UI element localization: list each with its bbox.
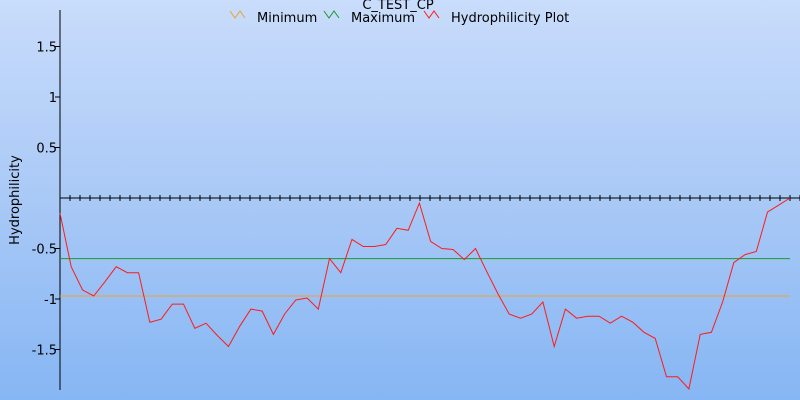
legend-label-hydrophilicity-plot: Hydrophilicity Plot — [451, 11, 569, 26]
chart-canvas: C_TEST_CP Minimum Maximum Hydrophilicity P… — [8, 0, 800, 390]
legend: Minimum Maximum Hydrophilicity Plot — [229, 10, 569, 26]
legend-swatch-minimum — [229, 10, 246, 19]
legend-label-maximum: Maximum — [351, 11, 415, 26]
y-tick-label: 0.5 — [36, 142, 57, 157]
y-tick-label: -1 — [44, 293, 57, 308]
axes: 1.5 1 0.5 -0.5 -1 -1.5 — [32, 10, 800, 390]
legend-label-minimum: Minimum — [257, 11, 317, 26]
y-tick-label: 1 — [49, 91, 57, 106]
y-tick-label: -1.5 — [32, 344, 57, 359]
y-tick-label: -0.5 — [32, 243, 57, 258]
series-layer — [59, 197, 791, 390]
y-tick-label: 1.5 — [36, 41, 57, 56]
hydrophilicity-chart: C_TEST_CP Minimum Maximum Hydrophilicity P… — [0, 0, 800, 400]
series-line-hydrophilicity-plot — [59, 197, 791, 390]
y-axis-label: Hydrophilicity — [8, 155, 23, 245]
legend-swatch-maximum — [323, 10, 340, 19]
